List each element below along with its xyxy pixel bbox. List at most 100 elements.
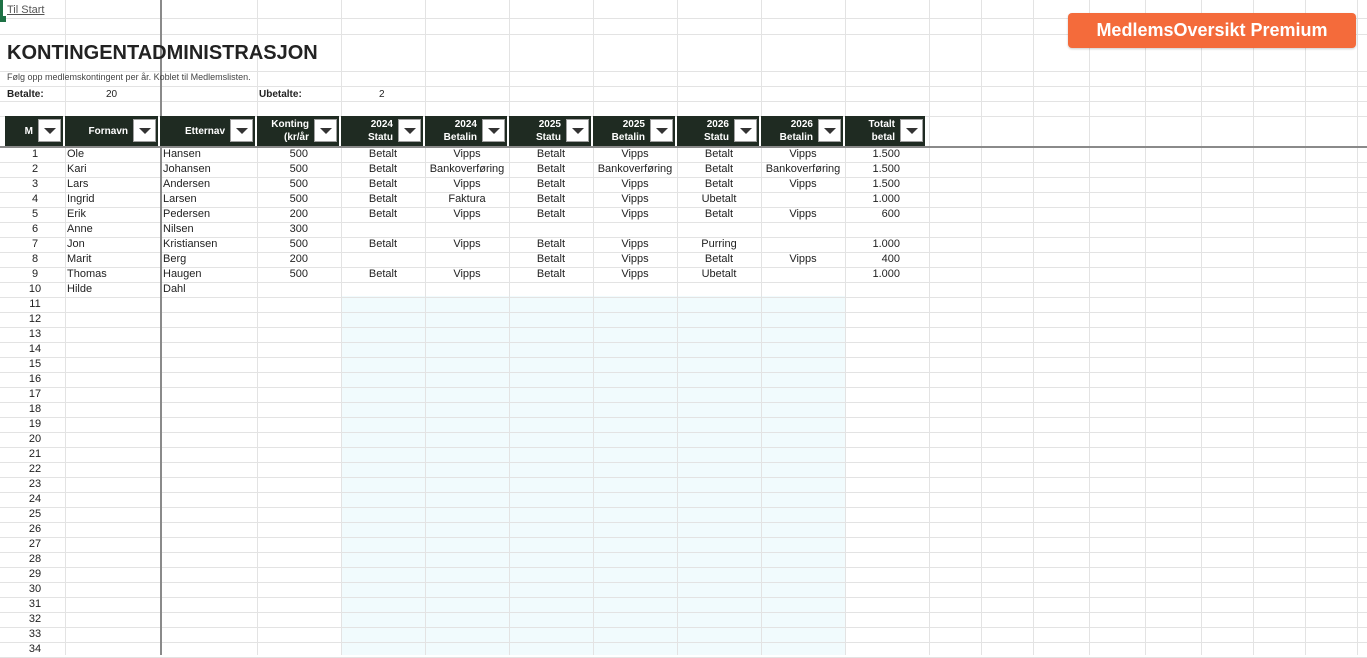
column-header-p24[interactable]: 2024 Betalin bbox=[425, 116, 507, 146]
column-header-nr[interactable]: M bbox=[5, 116, 63, 146]
cell-first[interactable]: Kari bbox=[67, 162, 157, 177]
cell-p24[interactable]: Vipps bbox=[425, 207, 509, 222]
cell-nr[interactable]: 28 bbox=[25, 552, 45, 567]
cell-nr[interactable]: 4 bbox=[25, 192, 45, 207]
cell-fee[interactable]: 500 bbox=[258, 237, 308, 252]
cell-p25[interactable]: Vipps bbox=[593, 192, 677, 207]
filter-dropdown-icon[interactable] bbox=[38, 119, 61, 142]
cell-first[interactable]: Marit bbox=[67, 252, 157, 267]
cell-nr[interactable]: 24 bbox=[25, 492, 45, 507]
cell-s24[interactable]: Betalt bbox=[341, 267, 425, 282]
cell-fee[interactable]: 200 bbox=[258, 207, 308, 222]
cell-total[interactable]: 1.500 bbox=[845, 177, 900, 192]
cell-s26[interactable]: Betalt bbox=[677, 177, 761, 192]
cell-total[interactable]: 1.000 bbox=[845, 192, 900, 207]
filter-dropdown-icon[interactable] bbox=[133, 119, 156, 142]
cell-total[interactable]: 1.000 bbox=[845, 267, 900, 282]
cell-s24[interactable]: Betalt bbox=[341, 162, 425, 177]
cell-p25[interactable]: Vipps bbox=[593, 147, 677, 162]
cell-nr[interactable]: 2 bbox=[25, 162, 45, 177]
column-header-p26[interactable]: 2026 Betalin bbox=[761, 116, 843, 146]
cell-s26[interactable]: Betalt bbox=[677, 207, 761, 222]
filter-dropdown-icon[interactable] bbox=[650, 119, 673, 142]
cell-nr[interactable]: 29 bbox=[25, 567, 45, 582]
cell-s25[interactable]: Betalt bbox=[509, 237, 593, 252]
cell-first[interactable]: Erik bbox=[67, 207, 157, 222]
cell-nr[interactable]: 5 bbox=[25, 207, 45, 222]
cell-nr[interactable]: 19 bbox=[25, 417, 45, 432]
cell-nr[interactable]: 1 bbox=[25, 147, 45, 162]
cell-nr[interactable]: 33 bbox=[25, 627, 45, 642]
cell-s24[interactable]: Betalt bbox=[341, 192, 425, 207]
cell-p25[interactable]: Vipps bbox=[593, 267, 677, 282]
cell-p24[interactable]: Vipps bbox=[425, 237, 509, 252]
cell-last[interactable]: Haugen bbox=[163, 267, 253, 282]
column-header-last[interactable]: Etternav bbox=[160, 116, 255, 146]
cell-nr[interactable]: 9 bbox=[25, 267, 45, 282]
column-header-total[interactable]: Totalt betal bbox=[845, 116, 925, 146]
cell-first[interactable]: Hilde bbox=[67, 282, 157, 297]
column-header-s24[interactable]: 2024 Statu bbox=[341, 116, 423, 146]
cell-nr[interactable]: 17 bbox=[25, 387, 45, 402]
cell-nr[interactable]: 7 bbox=[25, 237, 45, 252]
cell-last[interactable]: Hansen bbox=[163, 147, 253, 162]
cell-s24[interactable]: Betalt bbox=[341, 147, 425, 162]
cell-s25[interactable]: Betalt bbox=[509, 252, 593, 267]
filter-dropdown-icon[interactable] bbox=[566, 119, 589, 142]
filter-dropdown-icon[interactable] bbox=[230, 119, 253, 142]
cell-nr[interactable]: 3 bbox=[25, 177, 45, 192]
cell-s26[interactable]: Betalt bbox=[677, 147, 761, 162]
cell-s26[interactable]: Betalt bbox=[677, 252, 761, 267]
cell-last[interactable]: Nilsen bbox=[163, 222, 253, 237]
cell-p26[interactable]: Bankoverføring bbox=[761, 162, 845, 177]
column-header-s26[interactable]: 2026 Statu bbox=[677, 116, 759, 146]
cell-total[interactable]: 600 bbox=[845, 207, 900, 222]
cell-s26[interactable]: Ubetalt bbox=[677, 267, 761, 282]
cell-p24[interactable]: Bankoverføring bbox=[425, 162, 509, 177]
cell-s26[interactable]: Betalt bbox=[677, 162, 761, 177]
cell-p26[interactable]: Vipps bbox=[761, 147, 845, 162]
cell-fee[interactable]: 500 bbox=[258, 147, 308, 162]
cell-total[interactable]: 400 bbox=[845, 252, 900, 267]
cell-p26[interactable]: Vipps bbox=[761, 177, 845, 192]
cell-nr[interactable]: 15 bbox=[25, 357, 45, 372]
cell-nr[interactable]: 27 bbox=[25, 537, 45, 552]
cell-nr[interactable]: 10 bbox=[25, 282, 45, 297]
cell-last[interactable]: Dahl bbox=[163, 282, 253, 297]
cell-first[interactable]: Ingrid bbox=[67, 192, 157, 207]
cell-fee[interactable]: 500 bbox=[258, 267, 308, 282]
cell-last[interactable]: Kristiansen bbox=[163, 237, 253, 252]
cell-nr[interactable]: 12 bbox=[25, 312, 45, 327]
cell-fee[interactable]: 500 bbox=[258, 192, 308, 207]
cell-nr[interactable]: 13 bbox=[25, 327, 45, 342]
cell-s25[interactable]: Betalt bbox=[509, 192, 593, 207]
cell-p26[interactable]: Vipps bbox=[761, 252, 845, 267]
cell-nr[interactable]: 23 bbox=[25, 477, 45, 492]
cell-p24[interactable]: Vipps bbox=[425, 177, 509, 192]
cell-nr[interactable]: 25 bbox=[25, 507, 45, 522]
filter-dropdown-icon[interactable] bbox=[398, 119, 421, 142]
cell-total[interactable]: 1.000 bbox=[845, 237, 900, 252]
filter-dropdown-icon[interactable] bbox=[900, 119, 923, 142]
cell-p24[interactable]: Vipps bbox=[425, 267, 509, 282]
cell-first[interactable]: Lars bbox=[67, 177, 157, 192]
cell-nr[interactable]: 16 bbox=[25, 372, 45, 387]
cell-nr[interactable]: 31 bbox=[25, 597, 45, 612]
cell-s24[interactable]: Betalt bbox=[341, 207, 425, 222]
column-header-p25[interactable]: 2025 Betalin bbox=[593, 116, 675, 146]
cell-fee[interactable]: 500 bbox=[258, 162, 308, 177]
cell-fee[interactable]: 500 bbox=[258, 177, 308, 192]
column-header-fee[interactable]: Konting (kr/år bbox=[257, 116, 339, 146]
filter-dropdown-icon[interactable] bbox=[818, 119, 841, 142]
cell-s25[interactable]: Betalt bbox=[509, 177, 593, 192]
cell-p25[interactable]: Vipps bbox=[593, 252, 677, 267]
cell-p25[interactable]: Vipps bbox=[593, 207, 677, 222]
cell-nr[interactable]: 18 bbox=[25, 402, 45, 417]
cell-p25[interactable]: Vipps bbox=[593, 237, 677, 252]
cell-nr[interactable]: 32 bbox=[25, 612, 45, 627]
cell-nr[interactable]: 14 bbox=[25, 342, 45, 357]
cell-fee[interactable]: 300 bbox=[258, 222, 308, 237]
cell-last[interactable]: Larsen bbox=[163, 192, 253, 207]
cell-s25[interactable]: Betalt bbox=[509, 267, 593, 282]
filter-dropdown-icon[interactable] bbox=[734, 119, 757, 142]
